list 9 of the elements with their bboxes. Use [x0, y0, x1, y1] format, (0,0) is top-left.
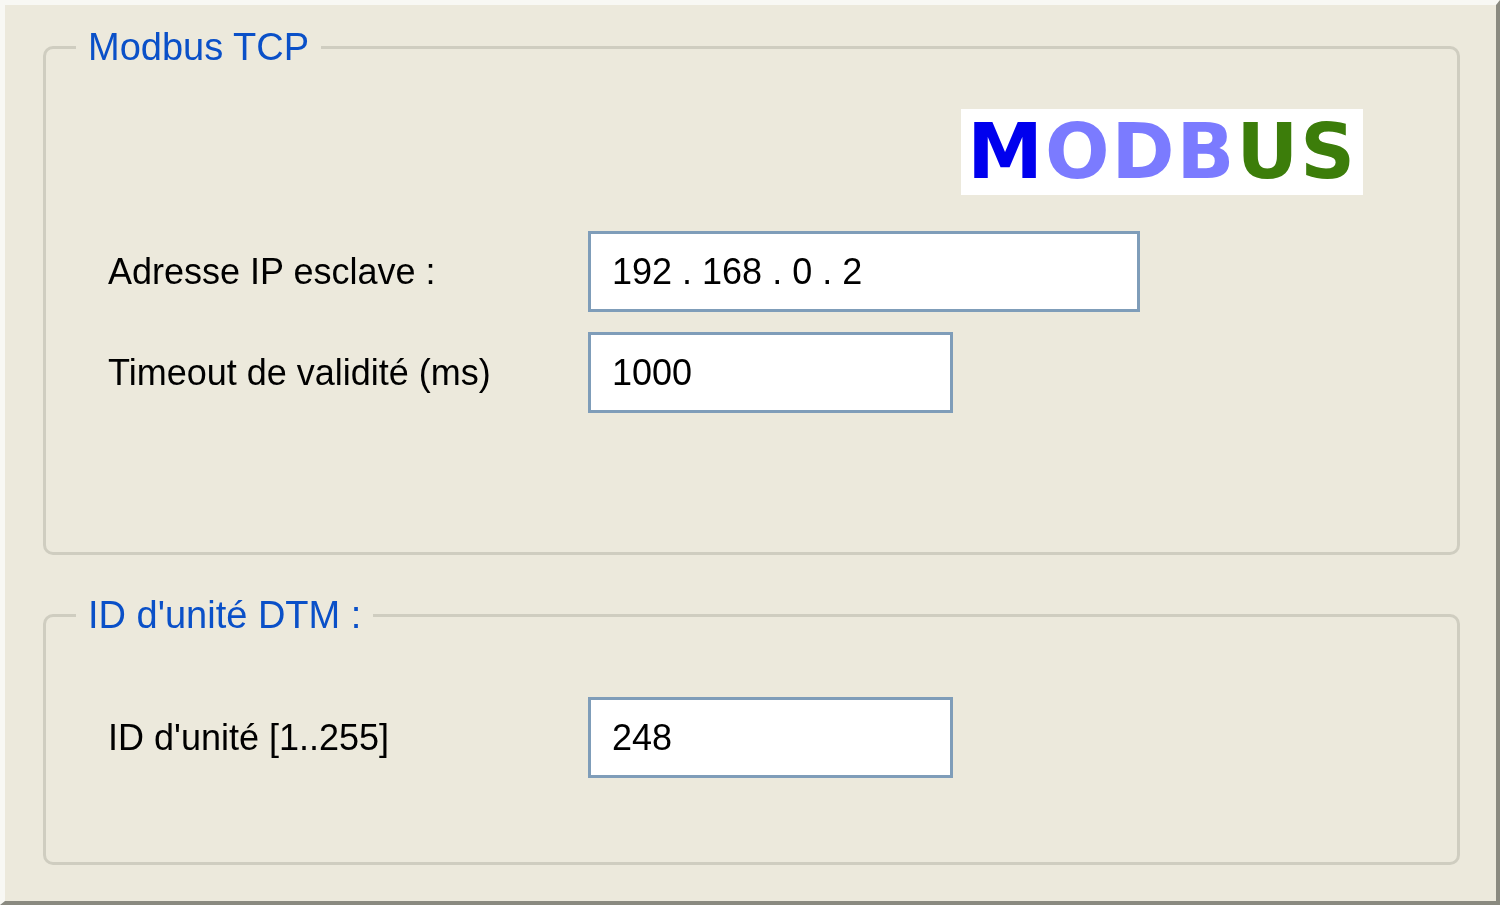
field-label: ID d'unité [1..255] — [108, 715, 391, 760]
group-title: ID d'unité DTM : — [87, 593, 363, 637]
field-label: Adresse IP esclave : — [108, 249, 437, 294]
input-field[interactable]: 192 . 168 . 0 . 2 — [588, 231, 1140, 312]
input-field[interactable]: 1000 — [588, 332, 953, 413]
modbus-logo: MODBUS — [961, 109, 1363, 195]
group-title: Modbus TCP — [87, 25, 311, 69]
field-label: Timeout de validité (ms) — [108, 350, 492, 395]
input-field[interactable]: 248 — [588, 697, 953, 778]
